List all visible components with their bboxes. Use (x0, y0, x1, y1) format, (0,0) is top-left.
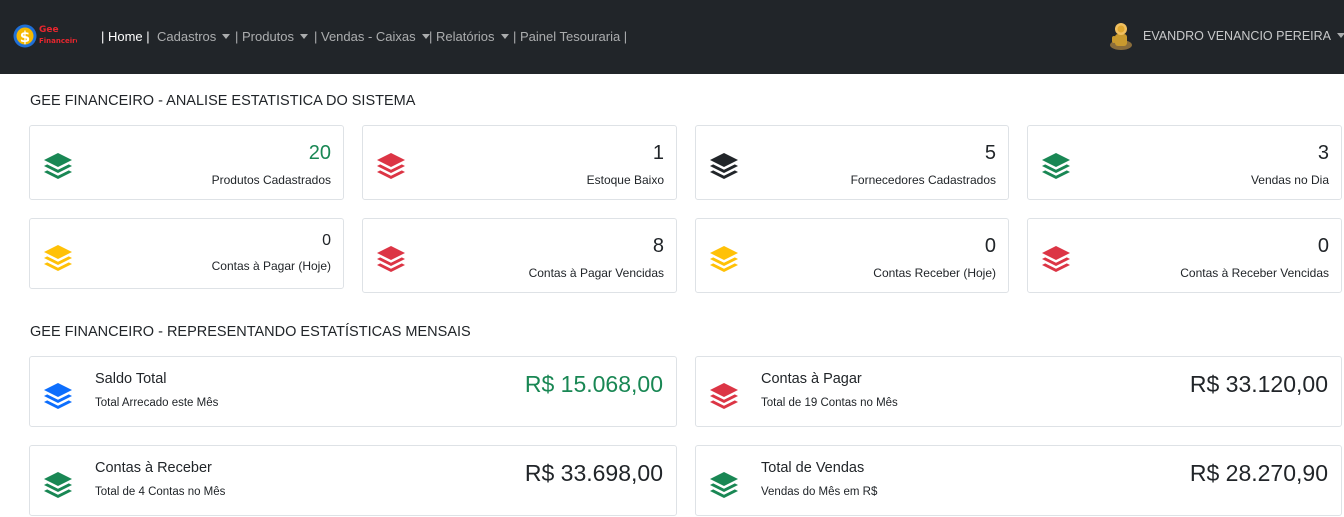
nav-produtos-dropdown[interactable]: | Produtos (235, 29, 309, 44)
user-name-label: EVANDRO VENANCIO PEREIRA (1143, 29, 1332, 43)
stat-card-contas-pagar-vencidas[interactable]: 8 Contas à Pagar Vencidas (362, 218, 677, 293)
layers-icon (710, 153, 738, 179)
gee-financeiro-logo[interactable]: $ Gee Financeiro (13, 17, 77, 55)
caret-down-icon (222, 34, 231, 40)
stat-value: 3 (1317, 142, 1329, 164)
monthly-card-total-vendas[interactable]: Total de Vendas Vendas do Mês em R$ R$ 2… (695, 445, 1342, 516)
stat-value: 5 (984, 142, 996, 164)
layers-icon (44, 472, 72, 498)
monthly-card-title: Saldo Total (95, 371, 167, 387)
stat-label: Contas Receber (Hoje) (873, 266, 996, 280)
monthly-card-title: Contas à Receber (95, 460, 212, 476)
user-menu-dropdown[interactable]: EVANDRO VENANCIO PEREIRA (1143, 29, 1344, 43)
stat-card-contas-receber-hoje[interactable]: 0 Contas Receber (Hoje) (695, 218, 1009, 293)
monthly-card-value: R$ 33.698,00 (524, 460, 663, 486)
stat-value: 20 (308, 142, 331, 164)
section-title-analise: GEE FINANCEIRO - ANALISE ESTATISTICA DO … (30, 93, 416, 109)
user-avatar-icon[interactable] (1108, 20, 1134, 50)
monthly-card-title: Contas à Pagar (761, 371, 862, 387)
stat-label: Contas à Pagar (Hoje) (211, 259, 331, 273)
layers-icon (44, 383, 72, 409)
stat-card-contas-receber-vencidas[interactable]: 0 Contas à Receber Vencidas (1027, 218, 1342, 293)
monthly-card-subtitle: Total de 19 Contas no Mês (761, 397, 898, 409)
stat-label: Estoque Baixo (586, 173, 664, 187)
stat-value: 1 (652, 142, 664, 164)
nav-cadastros-dropdown[interactable]: Cadastros (157, 29, 231, 44)
layers-icon (710, 383, 738, 409)
stat-label: Produtos Cadastrados (211, 173, 331, 187)
nav-relatorios-dropdown[interactable]: | Relatórios (429, 29, 509, 44)
nav-painel-tesouraria[interactable]: | Painel Tesouraria | (513, 29, 627, 44)
monthly-card-value: R$ 33.120,00 (1189, 371, 1328, 397)
monthly-card-contas-receber[interactable]: Contas à Receber Total de 4 Contas no Mê… (29, 445, 677, 516)
stat-value: 0 (1317, 235, 1329, 257)
stat-card-estoque-baixo[interactable]: 1 Estoque Baixo (362, 125, 677, 200)
monthly-card-value: R$ 15.068,00 (524, 371, 663, 397)
nav-cadastros-label: Cadastros (157, 29, 217, 44)
nav-relatorios-label: | Relatórios (429, 29, 495, 44)
layers-icon (1042, 153, 1070, 179)
stat-card-fornecedores-cadastrados[interactable]: 5 Fornecedores Cadastrados (695, 125, 1009, 200)
monthly-card-value: R$ 28.270,90 (1189, 460, 1328, 486)
monthly-card-subtitle: Total Arrecado este Mês (95, 397, 219, 409)
layers-icon (377, 246, 405, 272)
caret-down-icon (1337, 33, 1344, 39)
layers-icon (710, 246, 738, 272)
svg-text:$: $ (20, 28, 30, 46)
svg-text:Gee: Gee (39, 25, 59, 35)
stat-card-produtos-cadastrados[interactable]: 20 Produtos Cadastrados (29, 125, 344, 200)
stat-value: 8 (652, 235, 664, 257)
monthly-card-saldo-total[interactable]: Saldo Total Total Arrecado este Mês R$ 1… (29, 356, 677, 427)
stat-card-contas-pagar-hoje[interactable]: 0 Contas à Pagar (Hoje) (29, 218, 344, 289)
svg-text:Financeiro: Financeiro (39, 37, 77, 45)
layers-icon (710, 472, 738, 498)
layers-icon (1042, 246, 1070, 272)
stat-value: 0 (984, 235, 996, 257)
stat-value: 0 (322, 232, 331, 249)
monthly-card-title: Total de Vendas (761, 460, 865, 476)
monthly-card-contas-pagar[interactable]: Contas à Pagar Total de 19 Contas no Mês… (695, 356, 1342, 427)
layers-icon (377, 153, 405, 179)
monthly-card-subtitle: Total de 4 Contas no Mês (95, 486, 226, 498)
layers-icon (44, 153, 72, 179)
stat-card-vendas-no-dia[interactable]: 3 Vendas no Dia (1027, 125, 1342, 200)
section-title-mensais: GEE FINANCEIRO - REPRESENTANDO ESTATÍSTI… (30, 324, 471, 340)
caret-down-icon (500, 34, 509, 40)
stat-label: Contas à Pagar Vencidas (528, 266, 664, 280)
caret-down-icon (300, 34, 309, 40)
nav-produtos-label: | Produtos (235, 29, 295, 44)
stat-label: Vendas no Dia (1250, 173, 1329, 187)
top-navbar: $ Gee Financeiro | Home | Cadastros | Pr… (0, 0, 1344, 74)
monthly-card-subtitle: Vendas do Mês em R$ (761, 486, 878, 498)
layers-icon (44, 245, 72, 271)
stat-label: Contas à Receber Vencidas (1180, 266, 1329, 280)
stat-label: Fornecedores Cadastrados (850, 173, 996, 187)
nav-vendas-caixas-dropdown[interactable]: | Vendas - Caixas (314, 29, 430, 44)
nav-home[interactable]: | Home | (101, 29, 150, 44)
nav-vendas-caixas-label: | Vendas - Caixas (314, 29, 416, 44)
